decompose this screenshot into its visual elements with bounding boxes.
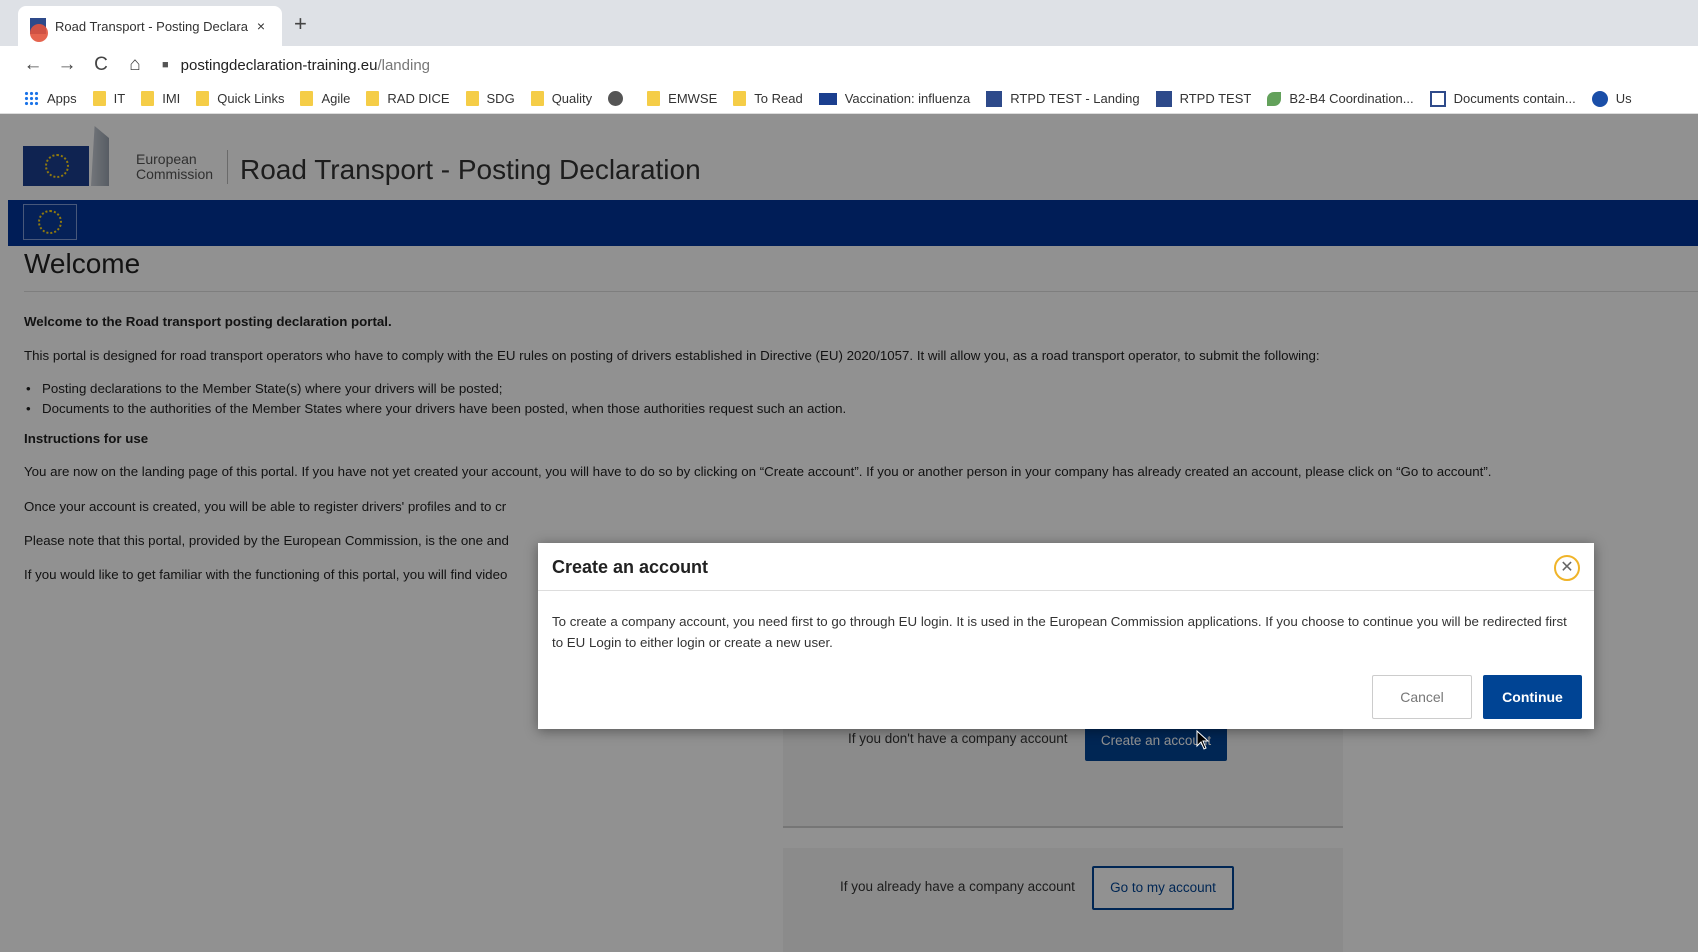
- bookmark-label: SDG: [486, 91, 515, 106]
- dialog-body: To create a company account, you need fi…: [552, 614, 1567, 650]
- bookmark-item[interactable]: Documents contain...: [1429, 90, 1576, 107]
- cancel-button[interactable]: Cancel: [1372, 675, 1472, 719]
- bookmark-item[interactable]: Us: [1591, 90, 1632, 107]
- ec-white-icon: [1429, 90, 1446, 107]
- forward-icon[interactable]: →: [50, 54, 84, 76]
- reload-icon[interactable]: C: [84, 54, 118, 76]
- bookmark-label: B2-B4 Coordination...: [1289, 91, 1414, 106]
- tab-close-icon[interactable]: ×: [252, 18, 270, 34]
- bookmark-label: Apps: [47, 91, 77, 106]
- bookmark-item[interactable]: Apps: [24, 91, 77, 106]
- bookmark-item[interactable]: EMWSE: [647, 91, 717, 106]
- modal-backdrop[interactable]: [0, 114, 1698, 952]
- url-path: /landing: [377, 56, 430, 74]
- bookmark-label: Us: [1615, 91, 1632, 106]
- bookmark-item[interactable]: RTPD TEST: [1155, 90, 1252, 107]
- dialog-title: Create an account: [552, 557, 709, 577]
- new-tab-icon[interactable]: +: [294, 12, 307, 36]
- folder-icon: [300, 91, 314, 106]
- bookmark-label: IT: [113, 91, 126, 106]
- ec-logo-icon: [1155, 90, 1172, 107]
- bookmark-label: Documents contain...: [1453, 91, 1576, 106]
- bookmark-label: Vaccination: influenza: [844, 91, 971, 106]
- ec-favicon-icon: [30, 18, 48, 42]
- bookmark-item[interactable]: IT: [92, 91, 126, 106]
- folder-icon: [530, 91, 544, 106]
- back-icon[interactable]: ←: [16, 54, 50, 76]
- browser-tabstrip: Road Transport - Posting Declara × +: [0, 0, 1698, 46]
- bookmark-label: EMWSE: [668, 91, 718, 106]
- bookmark-label: RAD DICE: [387, 91, 450, 106]
- lock-icon: ■: [162, 59, 169, 71]
- bookmark-label: RTPD TEST - Landing: [1010, 91, 1140, 106]
- bookmark-item[interactable]: Vaccination: influenza: [818, 91, 971, 106]
- recording-indicator-icon: [30, 24, 48, 42]
- continue-button[interactable]: Continue: [1483, 675, 1582, 719]
- folder-icon: [92, 91, 106, 106]
- bookmark-label: IMI: [162, 91, 181, 106]
- ec-logo-icon: [986, 90, 1003, 107]
- folder-icon: [465, 91, 479, 106]
- url-domain: postingdeclaration-training.eu: [180, 56, 378, 74]
- dialog-header: Create an account ✕: [538, 543, 1594, 591]
- bookmark-item[interactable]: Agile: [300, 91, 350, 106]
- bookmark-item[interactable]: [608, 91, 631, 106]
- folder-icon: [647, 91, 661, 106]
- bookmark-item[interactable]: IMI: [141, 91, 180, 106]
- folder-icon: [141, 91, 155, 106]
- browser-tab[interactable]: Road Transport - Posting Declara ×: [18, 6, 282, 46]
- close-icon[interactable]: ✕: [1554, 555, 1580, 581]
- globe-icon: [608, 91, 624, 106]
- bookmark-label: Agile: [321, 91, 351, 106]
- bookmark-item[interactable]: SDG: [465, 91, 515, 106]
- home-icon[interactable]: ⌂: [118, 54, 152, 76]
- bookmarks-bar: Apps IT IMI Quick Links Agile RAD DICE SDG Qual…: [0, 84, 1698, 114]
- bookmark-item[interactable]: Quick Links: [196, 91, 284, 106]
- bookmark-label: RTPD TEST: [1179, 91, 1252, 106]
- folder-icon: [733, 91, 747, 106]
- mouse-cursor-icon: [1196, 730, 1210, 750]
- folder-icon: [366, 91, 380, 106]
- bookmark-item[interactable]: B2-B4 Coordination...: [1267, 91, 1414, 106]
- bookmark-item[interactable]: Quality: [530, 91, 593, 106]
- apps-icon: [24, 91, 39, 106]
- browser-toolbar: ← → C ⌂ ■ postingdeclaration-training.eu…: [0, 46, 1698, 84]
- address-bar[interactable]: ■ postingdeclaration-training.eu/landing: [162, 57, 430, 74]
- folder-icon: [196, 91, 210, 106]
- bookmark-label: Quick Links: [217, 91, 285, 106]
- bookmark-label: Quality: [551, 91, 593, 106]
- eu-flag-icon: [818, 92, 837, 105]
- bookmark-item[interactable]: RTPD TEST - Landing: [986, 90, 1140, 107]
- bookmark-item[interactable]: RAD DICE: [366, 91, 450, 106]
- leaf-icon: [1267, 91, 1282, 106]
- bookmark-label: To Read: [754, 91, 803, 106]
- create-account-dialog: Create an account ✕ To create a company …: [538, 543, 1594, 729]
- bookmark-item[interactable]: To Read: [733, 91, 803, 106]
- circle-icon: [1591, 90, 1608, 107]
- tab-title: Road Transport - Posting Declara: [55, 18, 248, 34]
